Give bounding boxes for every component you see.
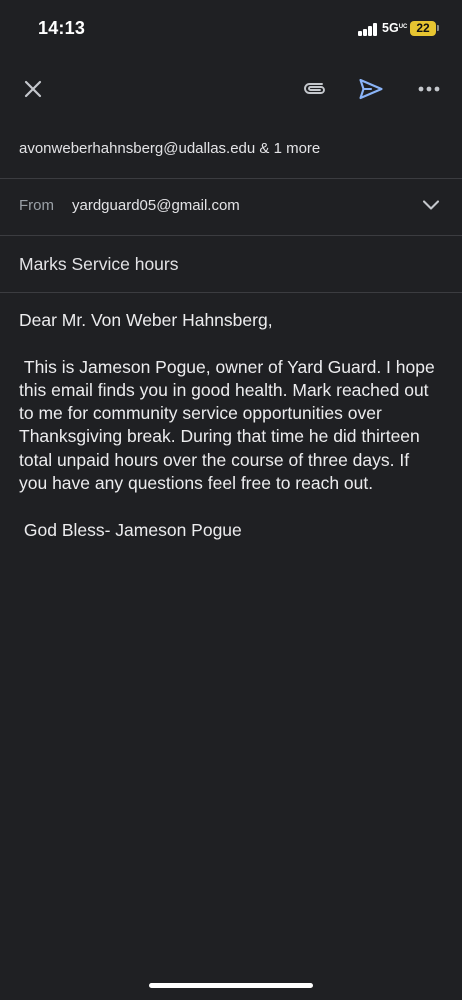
from-address: yardguard05@gmail.com — [72, 197, 240, 214]
more-options-button[interactable] — [407, 66, 451, 112]
close-icon — [24, 80, 42, 98]
status-time: 14:13 — [38, 18, 86, 38]
cellular-signal-icon — [358, 23, 378, 36]
paperclip-icon — [304, 83, 325, 94]
send-button[interactable] — [349, 66, 393, 112]
to-field[interactable]: avonweberhahnsberg@udallas.edu & 1 more — [0, 140, 462, 164]
compose-toolbar — [0, 66, 462, 112]
subject-field[interactable]: Marks Service hours — [0, 254, 462, 280]
divider — [0, 292, 462, 293]
divider — [0, 235, 462, 236]
chevron-down-icon[interactable] — [422, 199, 440, 211]
close-button[interactable] — [11, 66, 55, 112]
battery-tip — [437, 25, 439, 31]
status-bar: 14:13 5GUC 22 — [0, 0, 462, 58]
send-icon — [359, 78, 383, 100]
from-label: From — [19, 197, 54, 214]
more-horizontal-icon — [418, 86, 440, 92]
divider — [0, 178, 462, 179]
body-signoff: God Bless- Jameson Pogue — [19, 519, 242, 540]
home-indicator[interactable] — [149, 983, 313, 988]
from-field[interactable]: From yardguard05@gmail.com — [0, 197, 462, 221]
body-paragraph: This is Jameson Pogue, owner of Yard Gua… — [19, 356, 440, 494]
network-type: 5GUC — [382, 21, 408, 35]
attach-button[interactable] — [293, 66, 337, 112]
message-body[interactable]: Dear Mr. Von Weber Hahnsberg, This is Ja… — [19, 309, 439, 542]
compose-screen: 14:13 5GUC 22 avonweberhahnsberg@udallas… — [0, 0, 462, 1000]
battery-icon: 22 — [410, 21, 436, 36]
body-greeting: Dear Mr. Von Weber Hahnsberg, — [19, 310, 273, 330]
